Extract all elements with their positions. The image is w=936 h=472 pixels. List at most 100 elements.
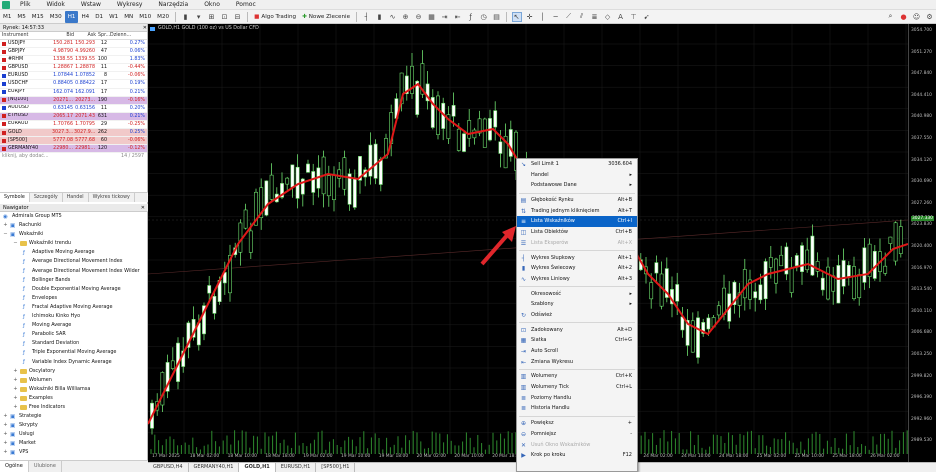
chart-shift-icon[interactable]: ⇤ <box>453 12 463 22</box>
navigator-item-adaptive-moving-average[interactable]: ƒ Adaptive Moving Average <box>0 248 148 257</box>
navigator-item-double-exponential-moving-average[interactable]: ƒ Double Exponential Moving Average <box>0 285 148 294</box>
chart-tab-eurusd[interactable]: EURUSD,H1 <box>276 463 317 472</box>
candles-icon[interactable]: ▮ <box>375 12 385 22</box>
expand-icon[interactable]: + <box>13 385 18 394</box>
context-item-zmiana-wykresu[interactable]: ⇤ Zmiana Wykresu <box>517 357 637 368</box>
market-row-eurusd[interactable]: EURUSD 1.07844 1.07852 8 -0.06% <box>0 72 147 81</box>
context-item-wolumeny-tick[interactable]: ▥ Wolumeny Tick Ctrl+L <box>517 382 637 393</box>
market-row-usdjpy[interactable]: USDJPY 150.281 150.293 12 0.27% <box>0 40 147 49</box>
trendline-icon[interactable]: ⟋ <box>564 12 574 22</box>
zoom-out-icon[interactable]: ⊖ <box>414 12 424 22</box>
market-row-gbpjpy[interactable]: GBPJPY 4.98790 4.99260 47 0.06% <box>0 48 147 57</box>
context-item-historia-handlu[interactable]: ≣ Historia Handlu <box>517 403 637 414</box>
expand-icon[interactable]: + <box>13 394 18 403</box>
market-row-audusd[interactable]: AUDUSD 0.63145 0.63156 11 0.20% <box>0 105 147 113</box>
close-icon[interactable]: ✕ <box>143 24 147 31</box>
expand-icon[interactable]: + <box>3 439 8 448</box>
timeframe-mn[interactable]: MN <box>121 11 136 23</box>
navigator-item-envelopes[interactable]: ƒ Envelopes <box>0 294 148 303</box>
expand-icon[interactable]: + <box>3 412 8 421</box>
chart-tab-gbpusd[interactable]: GBPUSD,H4 <box>148 463 189 472</box>
navigator-item-examples[interactable]: + Examples <box>0 394 148 403</box>
navigator-item-variable-index-dynamic-average[interactable]: ƒ Variable Index Dynamic Average <box>0 358 148 367</box>
navigator-item-wskazniki-billa-williamsa[interactable]: + Wskaźniki Billa Williamsa <box>0 385 148 394</box>
expand-icon[interactable]: + <box>13 367 18 376</box>
tile-windows-icon[interactable]: ▦ <box>427 12 437 22</box>
context-item-szablony[interactable]: Szablony ▸ <box>517 299 637 310</box>
account-icon[interactable]: ☺ <box>912 12 922 22</box>
crosshair-icon[interactable]: ✛ <box>525 12 535 22</box>
navigator-item-admirals-group-mt5[interactable]: ◉ Admirals Group MT5 <box>0 212 148 221</box>
tab-favorites[interactable]: Ulubione <box>29 461 62 472</box>
navigator-item-rachunki[interactable]: + ▣ Rachunki <box>0 221 148 230</box>
timeframe-m5[interactable]: M5 <box>14 11 28 23</box>
header-instrument[interactable]: Instrument <box>0 32 52 40</box>
profiles-icon[interactable]: ⊟ <box>233 12 243 22</box>
navigator-item-wskazniki[interactable]: − ▣ Wskaźniki <box>0 230 148 239</box>
navigator-item-oscylatory[interactable]: + Oscylatory <box>0 367 148 376</box>
context-item-podstawowe-dane[interactable]: Podstawowe Dane ▸ <box>517 180 637 191</box>
context-item-auto-scroll[interactable]: ⇥ Auto Scroll <box>517 346 637 357</box>
search-icon[interactable]: ⌕ <box>886 12 896 22</box>
context-item-glebokosc-rynku[interactable]: ▤ Głębokość Rynku Alt+B <box>517 195 637 206</box>
tab-details[interactable]: Szczegóły <box>30 193 63 202</box>
horizontal-line-icon[interactable]: ─ <box>551 12 561 22</box>
context-item-wykres-liniowy[interactable]: ∿ Wykres Liniowy Alt+3 <box>517 274 637 285</box>
expand-icon[interactable]: − <box>3 230 8 239</box>
navigator-item-wolumen[interactable]: + Wolumen <box>0 376 148 385</box>
header-ask[interactable]: Ask <box>74 32 96 40</box>
navigator-item-parabolic-sar[interactable]: ƒ Parabolic SAR <box>0 330 148 339</box>
navigator-item-fractal-adaptive-moving-average[interactable]: ƒ Fractal Adaptive Moving Average <box>0 303 148 312</box>
timeframe-m30[interactable]: M30 <box>47 11 65 23</box>
context-item-okresowosc[interactable]: Okresowość ▸ <box>517 289 637 300</box>
navigator-item-wskazniki-trendu[interactable]: − Wskaźniki trendu <box>0 239 148 248</box>
context-item-sell-limit-1[interactable]: ↘ Sell Limit 1 3036.604 <box>517 159 637 170</box>
market-row-sp500[interactable]: [SP500] 5777.08 5777.68 60 -0.06% <box>0 137 147 146</box>
menu-file[interactable]: Plik <box>12 0 38 10</box>
menu-view[interactable]: Widok <box>38 0 72 10</box>
text-icon[interactable]: A <box>616 12 626 22</box>
market-row-germany40[interactable]: GERMANY40 22980... 22981... 120 -0.12% <box>0 145 147 154</box>
label-icon[interactable]: ⊤ <box>629 12 639 22</box>
expand-icon[interactable]: − <box>13 239 18 248</box>
menu-insert[interactable]: Wstaw <box>73 0 109 10</box>
tab-tick-chart[interactable]: Wykres tickowy <box>89 193 135 202</box>
context-item-poziomy-handlu[interactable]: ≣ Poziomy Handlu <box>517 393 637 404</box>
navigator-item-uslugi[interactable]: + ▣ Usługi <box>0 430 148 439</box>
navigator-item-standard-deviation[interactable]: ƒ Standard Deviation <box>0 339 148 348</box>
timeframe-d1[interactable]: D1 <box>92 11 106 23</box>
navigator-item-free-indicators[interactable]: + Free Indicators <box>0 403 148 412</box>
navigator-item-average-directional-movement-index[interactable]: ƒ Average Directional Movement Index <box>0 257 148 266</box>
chart-tab-gold[interactable]: GOLD,H1 <box>239 463 276 472</box>
notifications-icon[interactable]: ● <box>899 12 909 22</box>
navigator-item-moving-average[interactable]: ƒ Moving Average <box>0 321 148 330</box>
tab-trading[interactable]: Handel <box>63 193 89 202</box>
market-row-ethusd[interactable]: ETHUSD 2065.17 2071.43 631 0.21% <box>0 112 147 121</box>
menu-window[interactable]: Okno <box>196 0 228 10</box>
navigator-item-bollinger-bands[interactable]: ƒ Bollinger Bands <box>0 276 148 285</box>
expand-icon[interactable]: + <box>3 221 8 230</box>
navigator-item-average-directional-movement-index-wilder[interactable]: ƒ Average Directional Movement Index Wild… <box>0 267 148 276</box>
header-spread[interactable]: Spr... <box>96 32 110 40</box>
timeframe-m15[interactable]: M15 <box>29 11 47 23</box>
market-row-gbpusd[interactable]: GBPUSD 1.28867 1.28878 11 -0.44% <box>0 64 147 73</box>
close-icon[interactable]: ✕ <box>141 204 145 211</box>
context-item-wolumeny[interactable]: ▥ Wolumeny Ctrl+K <box>517 371 637 382</box>
navigator-item-triple-exponential-moving-average[interactable]: ƒ Triple Exponential Moving Average <box>0 348 148 357</box>
context-item-krok-po-kroku[interactable]: ▶ Krok po kroku F12 <box>517 450 637 461</box>
tab-general[interactable]: Ogólne <box>0 461 29 472</box>
header-daily[interactable]: Dzienn... <box>108 32 146 40</box>
price-axis[interactable]: 3054.700 3051.270 3047.840 3044.410 3040.980… <box>908 24 936 462</box>
context-item-wykres-slupkowy[interactable]: ┤ Wykres Słupkowy Alt+1 <box>517 253 637 264</box>
context-item-pomniejsz[interactable]: ⊖ Pomniejsz - <box>517 429 637 440</box>
menu-charts[interactable]: Wykresy <box>109 0 151 10</box>
chart-tab-germany40[interactable]: GERMANY40,H1 <box>189 463 240 472</box>
navigator-item-skrypty[interactable]: + ▣ Skrypty <box>0 421 148 430</box>
header-bid[interactable]: Bid <box>52 32 74 40</box>
market-row-rhm[interactable]: #RHM 1338.55 1339.55 100 1.83% <box>0 56 147 65</box>
fibonacci-icon[interactable]: ≣ <box>590 12 600 22</box>
navigator-item-market[interactable]: + ▣ Market <box>0 439 148 448</box>
context-item-powieksz[interactable]: ⊕ Powiększ + <box>517 418 637 429</box>
market-row-nq100[interactable]: [NQ100] 20271... 20273... 190 -0.16% <box>0 96 147 105</box>
context-item-siatka[interactable]: ▦ Siatka Ctrl+G <box>517 335 637 346</box>
